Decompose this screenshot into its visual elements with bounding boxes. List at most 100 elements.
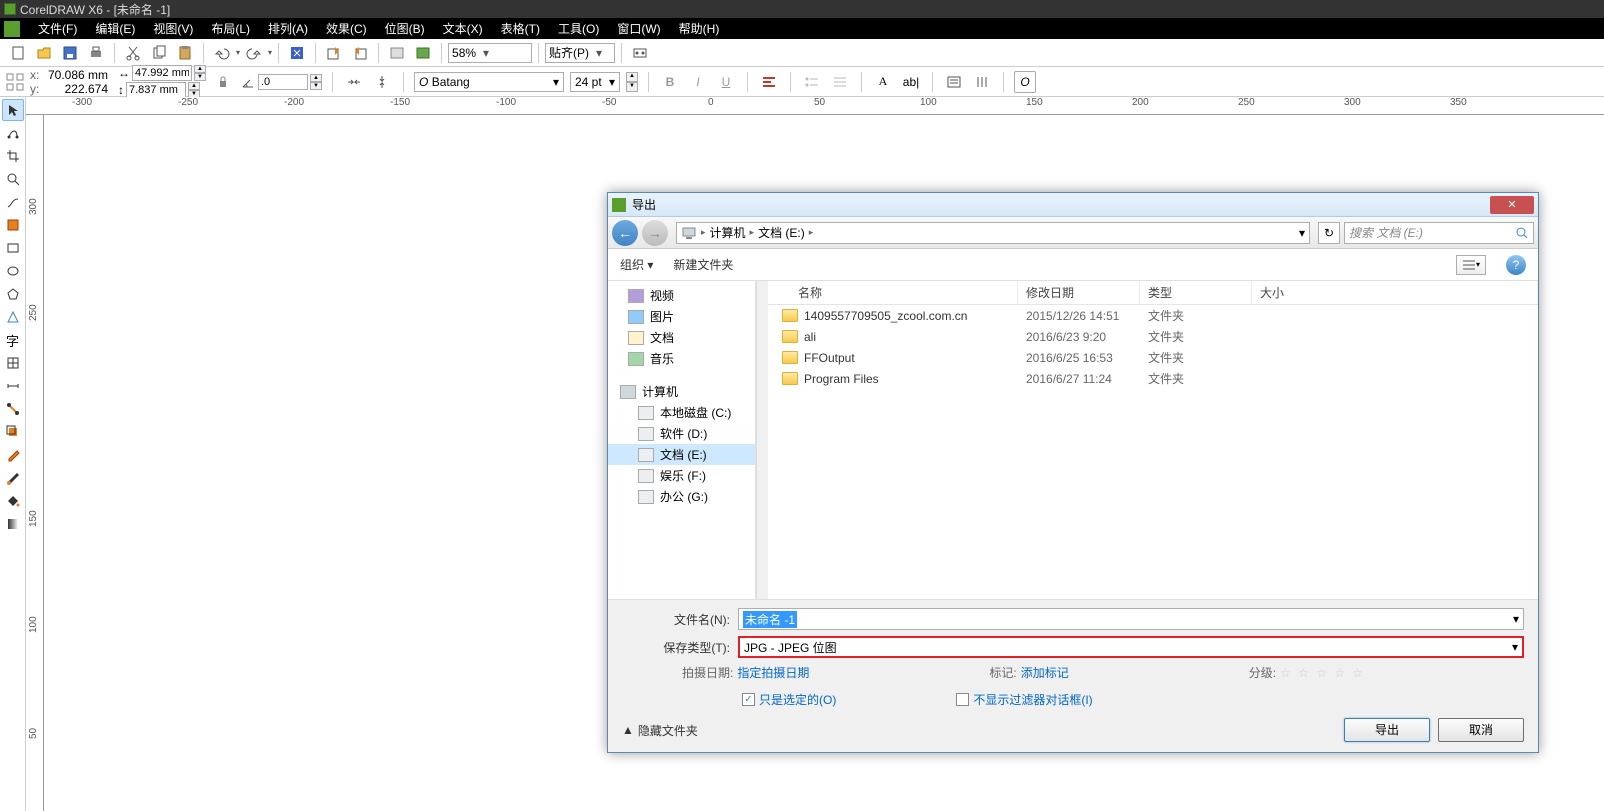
dialog-titlebar[interactable]: 导出 ✕ [608, 193, 1538, 217]
col-name[interactable]: 名称 [768, 281, 1018, 304]
angle-input[interactable] [258, 74, 308, 90]
width-spinner[interactable]: ▲▼ [194, 65, 206, 81]
shape-tool[interactable] [2, 122, 24, 144]
interactive-fill-tool[interactable] [2, 513, 24, 535]
menu-help[interactable]: 帮助(H) [671, 18, 728, 39]
chevron-down-icon[interactable]: ▾ [1513, 612, 1519, 626]
text-direction-v-button[interactable] [971, 71, 993, 93]
file-row[interactable]: Program Files 2016/6/27 11:24 文件夹 [768, 368, 1538, 389]
app-launcher-button[interactable] [385, 42, 409, 64]
menu-effects[interactable]: 效果(C) [318, 18, 375, 39]
tree-item[interactable]: 办公 (G:) [608, 486, 755, 507]
basic-shapes-tool[interactable] [2, 306, 24, 328]
height-spinner[interactable]: ▲▼ [188, 82, 200, 98]
font-combo[interactable]: O Batang ▾ [414, 72, 564, 92]
freehand-tool[interactable] [2, 191, 24, 213]
cut-button[interactable] [121, 42, 145, 64]
dropcap-button[interactable] [829, 71, 851, 93]
filetype-combo[interactable]: JPG - JPEG 位图 ▾ [738, 636, 1524, 658]
search-button[interactable] [285, 42, 309, 64]
tree-item[interactable]: 软件 (D:) [608, 423, 755, 444]
paste-button[interactable] [173, 42, 197, 64]
undo-dropdown-icon[interactable]: ▾ [236, 48, 240, 57]
menu-layout[interactable]: 布局(L) [203, 18, 258, 39]
underline-button[interactable]: U [715, 71, 737, 93]
opentype-button[interactable]: O [1014, 71, 1036, 93]
text-direction-h-button[interactable] [943, 71, 965, 93]
file-row[interactable]: 1409557709505_zcool.com.cn 2015/12/26 14… [768, 305, 1538, 326]
redo-button[interactable] [242, 42, 266, 64]
chevron-down-icon[interactable]: ▾ [1299, 226, 1305, 240]
tree-item-computer[interactable]: 计算机 [608, 381, 755, 402]
zoom-tool[interactable] [2, 168, 24, 190]
outline-tool[interactable] [2, 467, 24, 489]
tree-scrollbar[interactable] [756, 281, 768, 599]
snap-combo[interactable]: 贴齐(P) ▾ [545, 43, 615, 63]
redo-dropdown-icon[interactable]: ▾ [268, 48, 272, 57]
font-size-combo[interactable]: 24 pt▾ [570, 72, 620, 92]
connector-tool[interactable] [2, 398, 24, 420]
open-button[interactable] [32, 42, 56, 64]
chevron-down-icon[interactable]: ▾ [1512, 640, 1518, 654]
welcome-button[interactable] [411, 42, 435, 64]
crop-tool[interactable] [2, 145, 24, 167]
edit-text-button[interactable]: ab| [900, 71, 922, 93]
polygon-tool[interactable] [2, 283, 24, 305]
only-selected-checkbox[interactable]: ✓只是选定的(O) [742, 691, 836, 708]
menu-window[interactable]: 窗口(W) [609, 18, 668, 39]
align-left-button[interactable] [758, 71, 780, 93]
column-headers[interactable]: 名称 修改日期 类型 大小 [768, 281, 1538, 305]
new-folder-button[interactable]: 新建文件夹 [673, 256, 733, 273]
lock-ratio-button[interactable] [212, 71, 234, 93]
bullet-button[interactable] [801, 71, 823, 93]
menu-edit[interactable]: 编辑(E) [87, 18, 143, 39]
interactive-tool[interactable] [2, 421, 24, 443]
export-button[interactable] [348, 42, 372, 64]
mirror-h-button[interactable] [343, 71, 365, 93]
close-button[interactable]: ✕ [1490, 196, 1534, 214]
cancel-button[interactable]: 取消 [1438, 718, 1524, 742]
ellipse-tool[interactable] [2, 260, 24, 282]
tree-item[interactable]: 图片 [608, 306, 755, 327]
help-button[interactable]: ? [1506, 255, 1526, 275]
tree-item-selected[interactable]: 文档 (E:) [608, 444, 755, 465]
tree-item[interactable]: 文档 [608, 327, 755, 348]
angle-spinner[interactable]: ▲▼ [310, 74, 322, 90]
fill-tool[interactable] [2, 490, 24, 512]
filename-input[interactable]: 未命名 -1 ▾ [738, 608, 1524, 630]
undo-button[interactable] [210, 42, 234, 64]
shotdate-link[interactable]: 指定拍摄日期 [737, 664, 809, 681]
tree-item[interactable]: 音乐 [608, 348, 755, 369]
menu-arrange[interactable]: 排列(A) [260, 18, 316, 39]
tree-item[interactable]: 娱乐 (F:) [608, 465, 755, 486]
table-tool[interactable] [2, 352, 24, 374]
col-type[interactable]: 类型 [1140, 281, 1252, 304]
char-format-button[interactable]: A [872, 71, 894, 93]
search-input[interactable]: 搜索 文档 (E:) [1344, 222, 1534, 244]
organize-menu[interactable]: 组织 ▾ [620, 256, 653, 273]
height-input[interactable] [126, 82, 186, 98]
text-tool[interactable]: 字 [2, 329, 24, 351]
menu-bitmap[interactable]: 位图(B) [377, 18, 433, 39]
folder-tree[interactable]: 视频 图片 文档 音乐 计算机 本地磁盘 (C:) 软件 (D:) 文档 (E:… [608, 281, 756, 599]
refresh-button[interactable]: ↻ [1318, 222, 1340, 244]
file-row[interactable]: ali 2016/6/23 9:20 文件夹 [768, 326, 1538, 347]
hide-folders-toggle[interactable]: ▲隐藏文件夹 [622, 722, 698, 739]
dimension-tool[interactable] [2, 375, 24, 397]
col-size[interactable]: 大小 [1252, 281, 1538, 304]
menu-file[interactable]: 文件(F) [30, 18, 85, 39]
print-button[interactable] [84, 42, 108, 64]
tags-link[interactable]: 添加标记 [1021, 664, 1069, 681]
export-button[interactable]: 导出 [1344, 718, 1430, 742]
file-row[interactable]: FFOutput 2016/6/25 16:53 文件夹 [768, 347, 1538, 368]
mirror-v-button[interactable] [371, 71, 393, 93]
bold-button[interactable]: B [659, 71, 681, 93]
eyedropper-tool[interactable] [2, 444, 24, 466]
save-button[interactable] [58, 42, 82, 64]
tree-item[interactable]: 本地磁盘 (C:) [608, 402, 755, 423]
new-button[interactable] [6, 42, 30, 64]
zoom-combo[interactable]: 58% ▾ [448, 43, 532, 63]
italic-button[interactable]: I [687, 71, 709, 93]
options-button[interactable] [628, 42, 652, 64]
rating-stars[interactable]: ☆ ☆ ☆ ☆ ☆ [1280, 666, 1365, 680]
